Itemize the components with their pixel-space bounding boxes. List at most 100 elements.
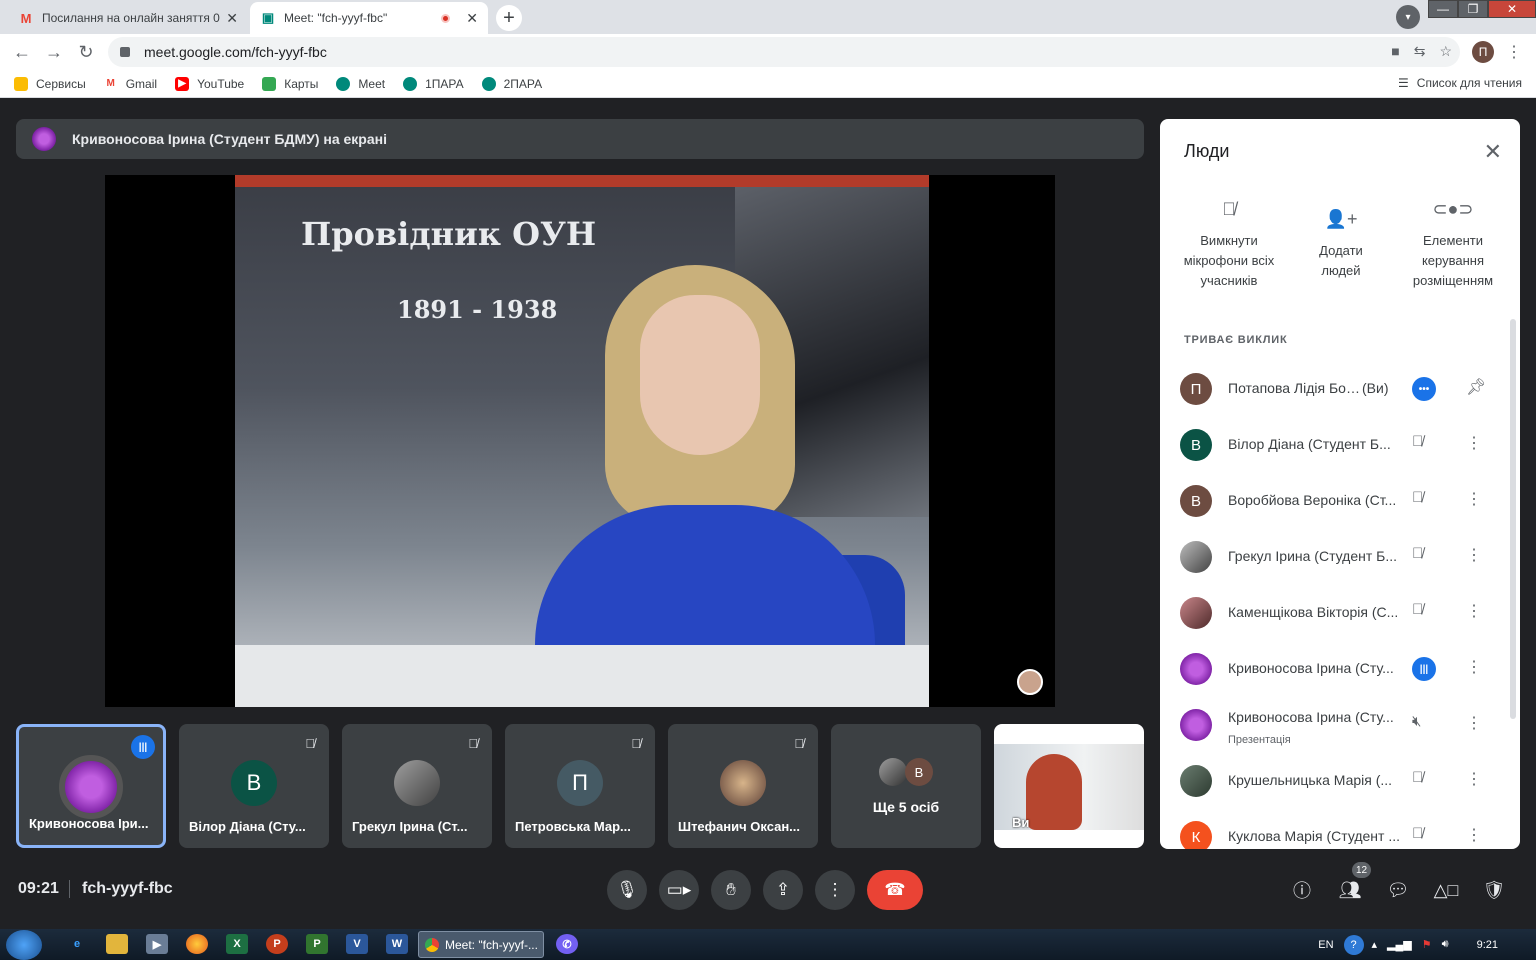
- more-vert-icon[interactable]: ⋮: [1466, 601, 1482, 621]
- profile-avatar[interactable]: П: [1472, 41, 1494, 63]
- more-vert-icon[interactable]: ⋮: [1466, 713, 1482, 733]
- address-bar[interactable]: meet.google.com/fch-yyyf-fbc ■ ⇆ ☆: [108, 37, 1460, 67]
- bookmark-star-icon[interactable]: ☆: [1439, 43, 1452, 60]
- panel-scrollbar[interactable]: [1510, 319, 1516, 719]
- host-controls-button[interactable]: ⊂●⊃ Елементи керування розміщенням: [1398, 199, 1508, 291]
- camera-button[interactable]: ▭▸: [659, 870, 699, 910]
- avatar: [394, 760, 440, 806]
- reading-list-button[interactable]: ☰ Список для чтения: [1398, 76, 1522, 90]
- mute-all-button[interactable]: 🎙̸ Вимкнути мікрофони всіх учасників: [1174, 199, 1284, 291]
- firefox-icon[interactable]: [186, 934, 208, 954]
- translate-icon[interactable]: ⇆: [1414, 43, 1426, 60]
- more-options-icon[interactable]: •••: [1412, 377, 1436, 401]
- file-explorer-icon[interactable]: [106, 934, 128, 954]
- close-icon[interactable]: ✕: [1484, 139, 1502, 165]
- volume-icon[interactable]: 🔊︎: [1442, 938, 1449, 951]
- meet-icon: [336, 76, 351, 91]
- more-vert-icon[interactable]: ⋮: [1466, 657, 1482, 677]
- bookmark-youtube[interactable]: ▶ YouTube: [175, 76, 244, 91]
- browser-menu-icon[interactable]: ⋮: [1506, 42, 1522, 62]
- people-icon[interactable]: 👥︎: [1336, 876, 1364, 904]
- more-vert-icon[interactable]: ⋮: [1466, 825, 1482, 845]
- activities-icon[interactable]: △□: [1432, 876, 1460, 904]
- excel-icon[interactable]: X: [226, 934, 248, 954]
- pin-icon[interactable]: 📌︎: [1466, 377, 1486, 397]
- project-icon[interactable]: P: [306, 934, 328, 954]
- list-item[interactable]: В Вілор Діана (Студент Б... 🎙̸ ⋮: [1160, 417, 1510, 473]
- clock[interactable]: 9:21: [1477, 939, 1498, 951]
- new-tab-button[interactable]: +: [496, 5, 522, 31]
- mic-off-icon[interactable]: 🎙̸: [1412, 433, 1423, 450]
- microphone-icon: 🎙︎: [616, 880, 638, 899]
- raise-hand-button[interactable]: ✋︎: [711, 870, 751, 910]
- taskbar-chrome-window[interactable]: Meet: "fch-yyyf-...: [418, 931, 544, 958]
- word-icon[interactable]: W: [386, 934, 408, 954]
- more-vert-icon[interactable]: ⋮: [1466, 489, 1482, 509]
- list-item[interactable]: В Воробйова Вероніка (Ст... 🎙̸ ⋮: [1160, 473, 1510, 529]
- bookmark-services[interactable]: Сервисы: [14, 76, 86, 91]
- tab-meet[interactable]: ▣ Meet: "fch-yyyf-fbc" ✕: [250, 2, 488, 34]
- close-tab-icon[interactable]: ✕: [226, 10, 238, 27]
- camera-permission-icon[interactable]: ■: [1391, 43, 1399, 60]
- add-people-button[interactable]: 👤+ Додати людей: [1286, 209, 1396, 281]
- list-item[interactable]: Крушельницька Марія (... 🎙̸ ⋮: [1160, 753, 1510, 809]
- show-hidden-icons[interactable]: ▴: [1372, 938, 1378, 951]
- present-screen-button[interactable]: ⇪: [763, 870, 803, 910]
- powerpoint-icon[interactable]: P: [266, 934, 288, 954]
- mic-off-icon[interactable]: 🎙̸: [1412, 545, 1423, 562]
- list-item[interactable]: П Потапова Лідія Бор... (Ви) ••• 📌︎: [1160, 361, 1510, 417]
- participant-tile[interactable]: 🎙̸ Штефанич Оксан...: [668, 724, 818, 848]
- viber-icon[interactable]: ✆: [556, 934, 578, 954]
- presentation-video[interactable]: Провідник ОУН 1891 - 1938: [105, 175, 1055, 707]
- participant-tile[interactable]: 🎙̸ Грекул Ірина (Ст...: [342, 724, 492, 848]
- mic-off-icon[interactable]: 🎙̸: [1412, 769, 1423, 786]
- participant-tile[interactable]: 🎙̸ П Петровська Мар...: [505, 724, 655, 848]
- more-options-button[interactable]: ⋮: [815, 870, 855, 910]
- more-vert-icon[interactable]: ⋮: [1466, 545, 1482, 565]
- list-item[interactable]: Кривоносова Ірина (Сту... ||| ⋮: [1160, 641, 1510, 697]
- profile-dropdown-icon[interactable]: ▾: [1396, 5, 1420, 29]
- list-item[interactable]: Кривоносова Ірина (Сту... Презентація 🔇︎…: [1160, 697, 1510, 753]
- list-item[interactable]: К Куклова Марія (Студент ... 🎙̸ ⋮: [1160, 809, 1510, 849]
- tab-gmail[interactable]: M Посилання на онлайн заняття 0 ✕: [8, 2, 248, 34]
- list-item[interactable]: Каменщікова Вікторія (С... 🎙̸ ⋮: [1160, 585, 1510, 641]
- more-vert-icon[interactable]: ⋮: [1466, 769, 1482, 789]
- more-participants-tile[interactable]: В Ще 5 осіб: [831, 724, 981, 848]
- reload-icon[interactable]: ↻: [74, 40, 98, 64]
- microphone-button[interactable]: 🎙︎: [607, 870, 647, 910]
- volume-off-icon[interactable]: 🔇︎: [1412, 713, 1421, 730]
- bookmark-2para[interactable]: 2ПАРА: [481, 76, 542, 91]
- bookmark-gmail[interactable]: M Gmail: [103, 76, 157, 91]
- mic-off-icon[interactable]: 🎙̸: [1412, 489, 1423, 506]
- window-close-button[interactable]: ✕: [1488, 0, 1536, 18]
- network-icon[interactable]: ▂▄▆: [1387, 938, 1412, 951]
- self-tile[interactable]: Ви: [994, 724, 1144, 848]
- leave-call-button[interactable]: ☎︎: [867, 870, 923, 910]
- internet-explorer-icon[interactable]: e: [66, 934, 88, 954]
- visio-icon[interactable]: V: [346, 934, 368, 954]
- forward-arrow-icon[interactable]: →: [42, 40, 66, 64]
- start-button[interactable]: [6, 930, 42, 960]
- back-arrow-icon[interactable]: ←: [10, 40, 34, 64]
- more-vert-icon[interactable]: ⋮: [1466, 433, 1482, 453]
- video-top-strip: [235, 175, 929, 187]
- media-player-icon[interactable]: ▶: [146, 934, 168, 954]
- bookmark-meet[interactable]: Meet: [336, 76, 385, 91]
- meeting-details-icon[interactable]: ⓘ: [1288, 876, 1316, 904]
- host-controls-icon[interactable]: 🛡︎: [1480, 876, 1508, 904]
- restore-button[interactable]: ❐: [1458, 0, 1488, 18]
- bookmark-maps[interactable]: Карты: [262, 76, 318, 91]
- minimize-button[interactable]: —: [1428, 0, 1458, 18]
- mic-off-icon[interactable]: 🎙̸: [1412, 601, 1423, 618]
- window-controls: — ❐ ✕: [1428, 0, 1536, 20]
- participant-tile[interactable]: 🎙̸ В Вілор Діана (Сту...: [179, 724, 329, 848]
- participant-tile[interactable]: ||| Кривоносова Іри...: [16, 724, 166, 848]
- bookmark-1para[interactable]: 1ПАРА: [403, 76, 464, 91]
- close-tab-icon[interactable]: ✕: [466, 10, 478, 27]
- flag-icon[interactable]: ⚑: [1422, 938, 1432, 951]
- language-indicator[interactable]: EN: [1318, 939, 1333, 951]
- chat-icon[interactable]: 💬︎: [1384, 876, 1412, 904]
- list-item[interactable]: Грекул Ірина (Студент Б... 🎙̸ ⋮: [1160, 529, 1510, 585]
- mic-off-icon[interactable]: 🎙̸: [1412, 825, 1423, 842]
- help-icon[interactable]: ?: [1343, 934, 1364, 955]
